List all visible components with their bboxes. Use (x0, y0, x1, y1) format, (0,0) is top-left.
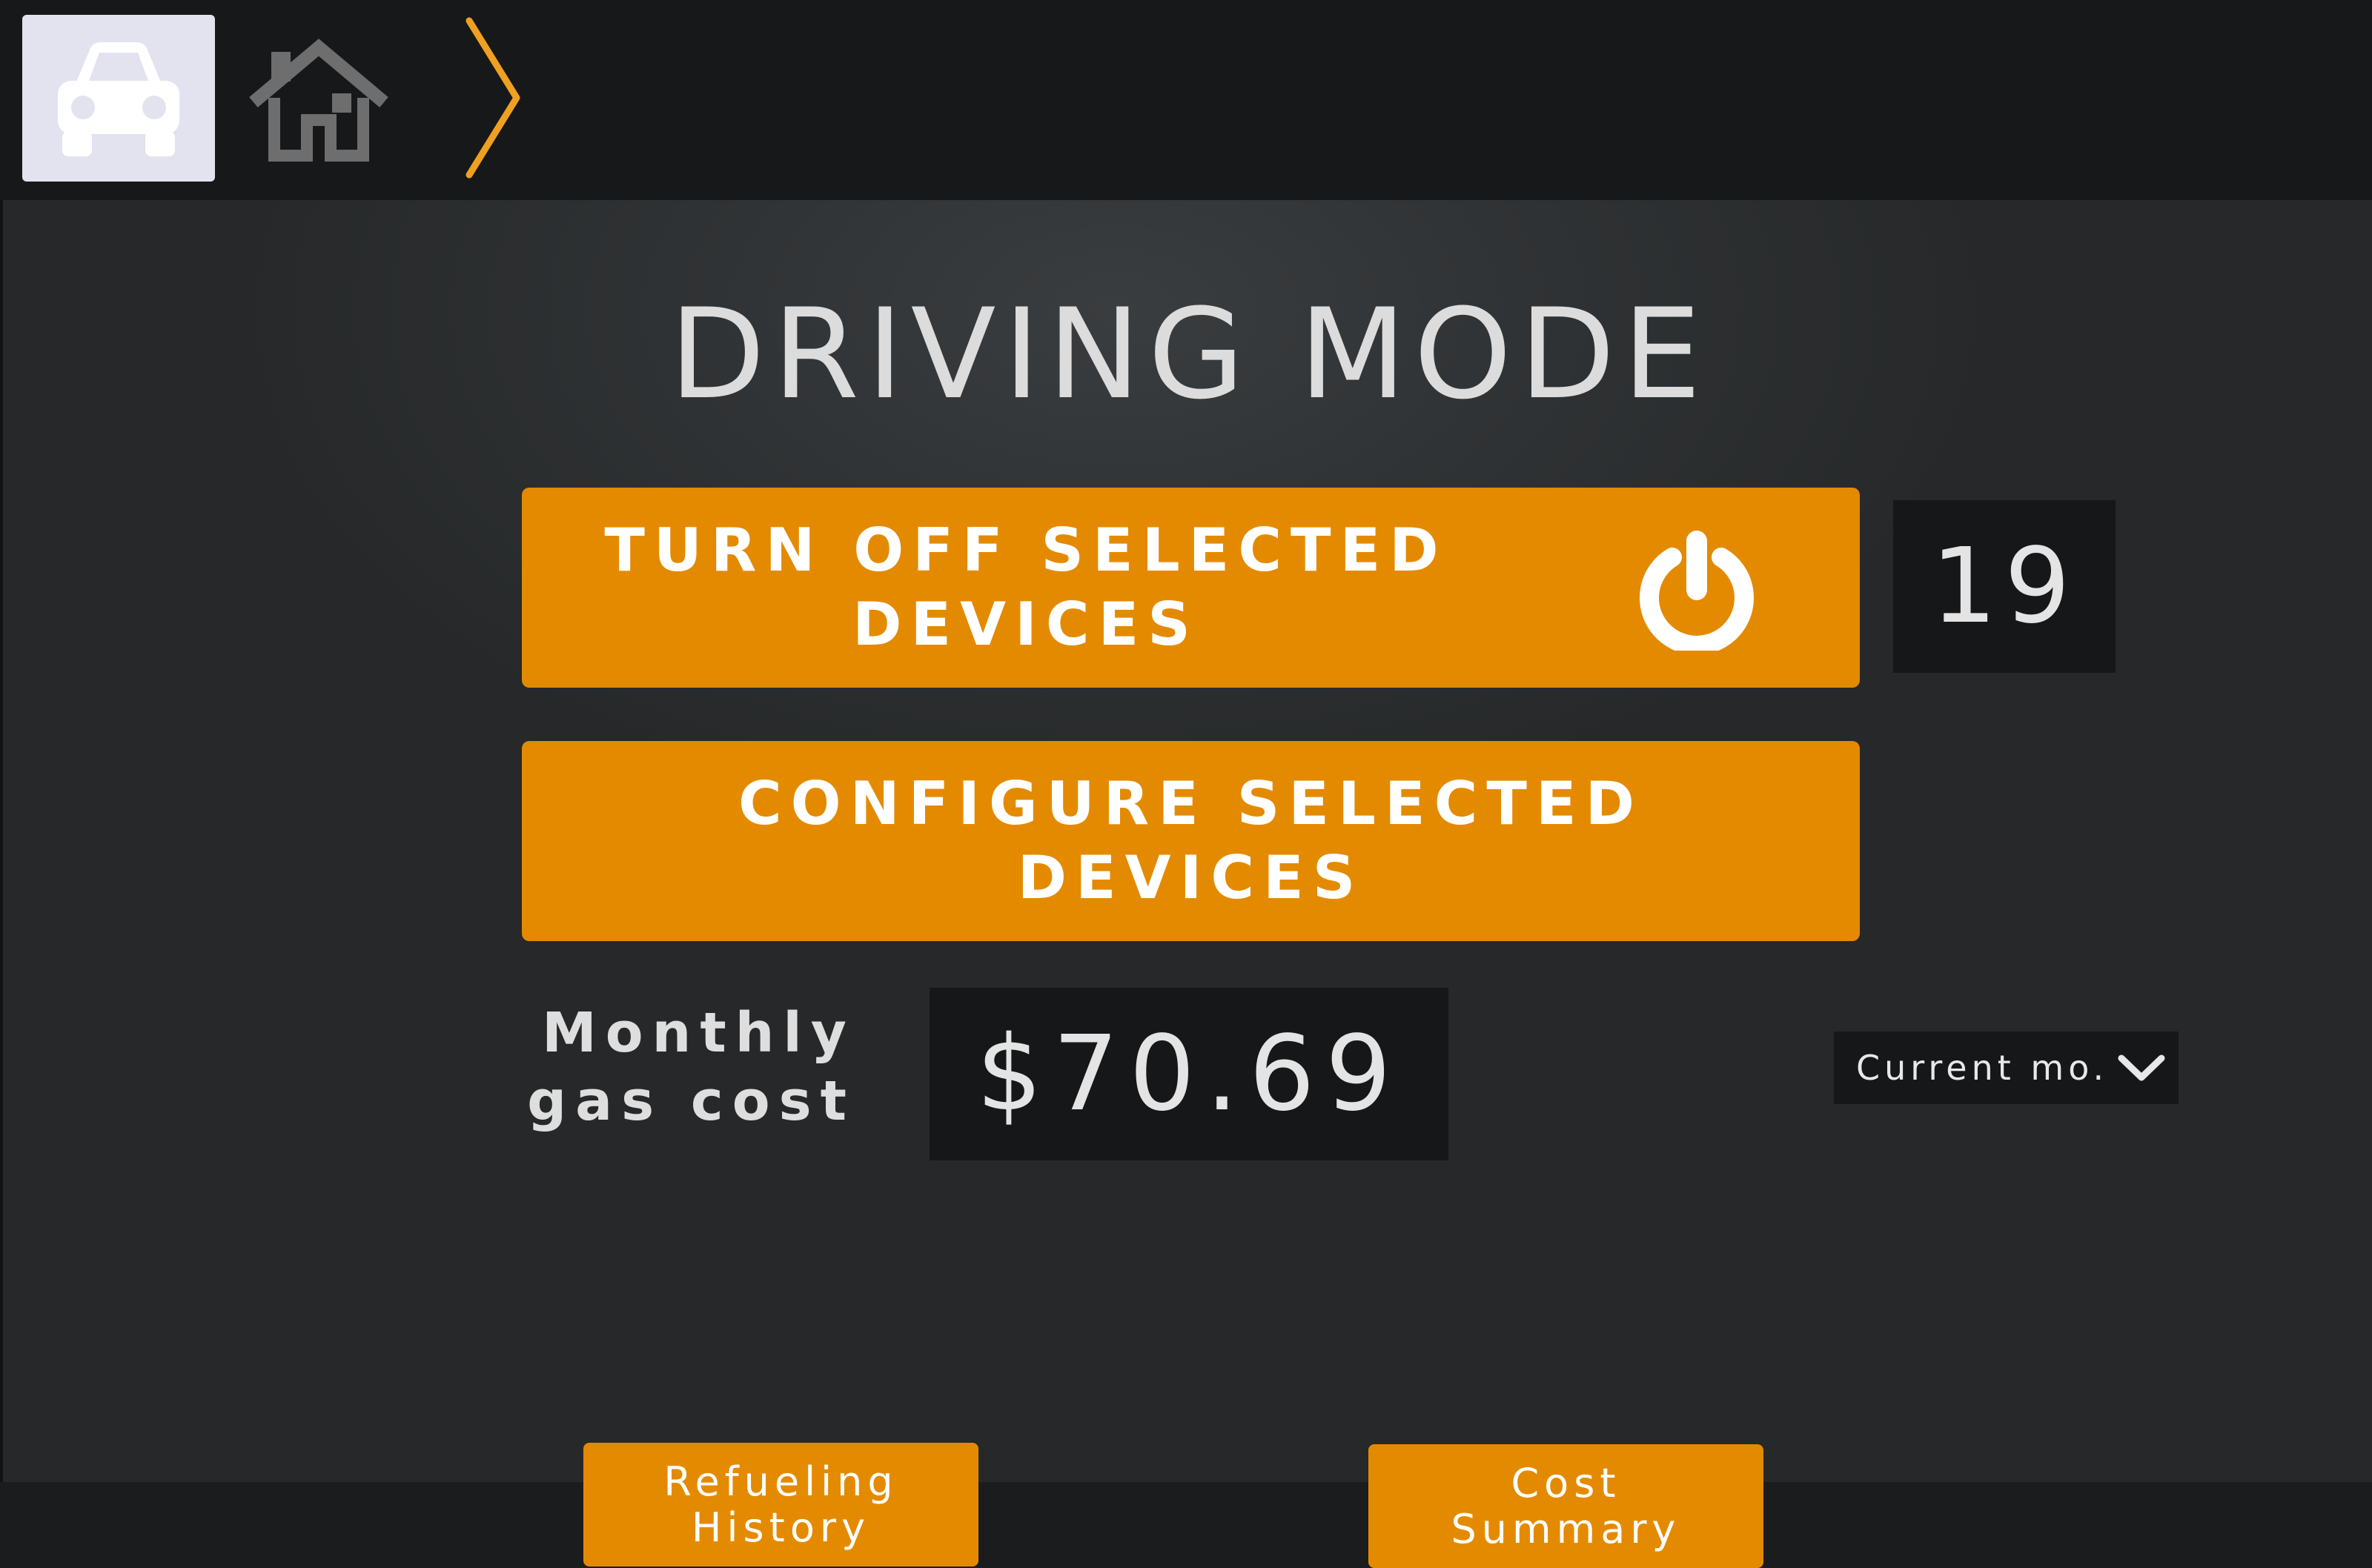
period-dropdown[interactable]: Current mo. (1834, 1032, 2179, 1104)
monthly-gas-cost-label: Monthly gas cost (527, 1001, 855, 1133)
monthly-gas-cost-value: $70.69 (930, 988, 1448, 1160)
top-nav-bar (0, 0, 2372, 200)
main-panel: DRIVING MODE TURN OFF SELECTED DEVICES 1… (0, 200, 2372, 1568)
cost-summary-button[interactable]: Cost Summary (1368, 1444, 1763, 1568)
home-icon (249, 39, 388, 162)
chevron-down-icon (2118, 1054, 2165, 1081)
breadcrumb-arrow (452, 15, 526, 182)
configure-devices-button[interactable]: CONFIGURE SELECTED DEVICES (522, 741, 1860, 941)
chevron-right-icon (466, 17, 520, 179)
selected-device-count: 19 (1893, 500, 2116, 673)
turn-off-devices-button[interactable]: TURN OFF SELECTED DEVICES (522, 488, 1860, 688)
tab-car[interactable] (22, 15, 215, 182)
configure-devices-label: CONFIGURE SELECTED DEVICES (738, 769, 1644, 912)
car-icon (58, 41, 179, 156)
tab-home[interactable] (245, 30, 393, 170)
period-selected-value: Current mo. (1856, 1048, 2109, 1088)
page-title: DRIVING MODE (669, 282, 1709, 427)
turn-off-devices-label: TURN OFF SELECTED DEVICES (604, 516, 1448, 659)
refueling-history-button[interactable]: Refueling History (583, 1443, 978, 1567)
power-icon (1640, 531, 1754, 651)
